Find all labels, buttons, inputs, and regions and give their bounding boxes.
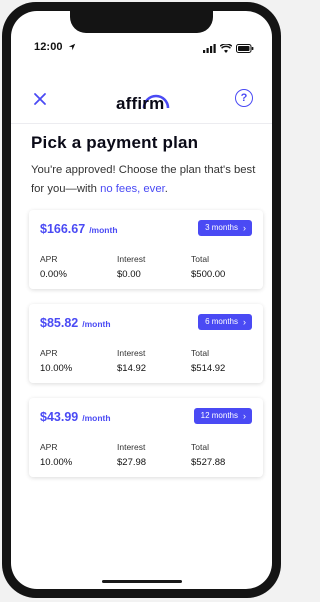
total-value: $500.00 [191,269,226,280]
apr-value: 0.00% [40,269,67,280]
select-3-months-button[interactable]: 3 months › [198,220,252,236]
interest-label: Interest [117,348,146,358]
apr-value: 10.00% [40,363,73,374]
plan-amount: $85.82 [40,316,79,330]
apr-value: 10.00% [40,457,73,468]
plan-interest: Interest $0.00 [117,254,145,280]
total-value: $514.92 [191,363,226,374]
plan-amount: $166.67 [40,222,86,236]
interest-value: $14.92 [117,363,147,374]
interest-value: $0.00 [117,269,141,280]
plan-apr: APR 10.00% [40,442,72,468]
home-indicator[interactable] [102,580,182,583]
plan-unit: /month [89,225,118,235]
interest-label: Interest [117,442,146,452]
interest-label: Interest [117,254,146,264]
app-screen: 12:00 affirm ? Pick a payment plan You'r… [11,11,272,589]
page-title: Pick a payment plan [31,133,199,152]
plan-interest: Interest $27.98 [117,442,146,468]
wifi-icon [220,43,232,53]
select-12-months-button[interactable]: 12 months › [193,408,252,424]
plan-total: Total $514.92 [191,348,225,374]
battery-icon [236,43,254,53]
apr-label: APR [40,348,58,358]
chevron-right-icon: › [243,317,246,327]
help-icon[interactable]: ? [235,89,253,107]
signal-icon [203,43,216,53]
chevron-right-icon: › [243,223,246,233]
apr-label: APR [40,254,58,264]
plan-total: Total $527.88 [191,442,225,468]
plan-button-label: 6 months [205,317,238,326]
plan-card-12-months[interactable]: $43.99 /month 12 months › APR 10.00% Int… [29,398,263,477]
plan-button-label: 12 months [200,411,238,420]
plan-card-6-months[interactable]: $85.82 /month 6 months › APR 10.00% Inte… [29,304,263,383]
plan-apr: APR 10.00% [40,348,72,374]
page-subtitle: You're approved! Choose the plan that's … [31,161,263,199]
location-arrow-icon [68,43,75,51]
total-label: Total [191,348,209,358]
total-value: $527.88 [191,457,226,468]
plan-interest: Interest $14.92 [117,348,146,374]
no-fees-link[interactable]: no fees, ever [100,183,165,195]
plan-unit: /month [82,413,111,423]
plan-amount: $43.99 [40,410,79,424]
total-label: Total [191,254,209,264]
interest-value: $27.98 [117,457,147,468]
total-label: Total [191,442,209,452]
apr-label: APR [40,442,58,452]
affirm-logo: affirm [116,85,178,115]
select-6-months-button[interactable]: 6 months › [198,314,252,330]
chevron-right-icon: › [243,411,246,421]
plan-price: $85.82 /month [40,316,111,330]
plan-card-3-months[interactable]: $166.67 /month 3 months › APR 0.00% Inte… [29,210,263,289]
phone-notch [70,11,213,33]
plan-apr: APR 0.00% [40,254,67,280]
plan-list: $166.67 /month 3 months › APR 0.00% Inte… [29,210,263,492]
plan-total: Total $500.00 [191,254,225,280]
plan-price: $166.67 /month [40,222,118,236]
close-icon[interactable] [32,91,48,107]
plan-price: $43.99 /month [40,410,111,424]
plan-unit: /month [82,319,111,329]
logo-text: affirm [116,94,165,113]
status-time: 12:00 [34,41,76,53]
subtitle-period: . [164,183,168,195]
status-bar: 12:00 [11,41,272,57]
phone-frame: 12:00 affirm ? Pick a payment plan You'r… [2,2,281,598]
app-header: affirm ? [11,79,272,124]
plan-button-label: 3 months [205,223,238,232]
status-icons [203,43,254,53]
